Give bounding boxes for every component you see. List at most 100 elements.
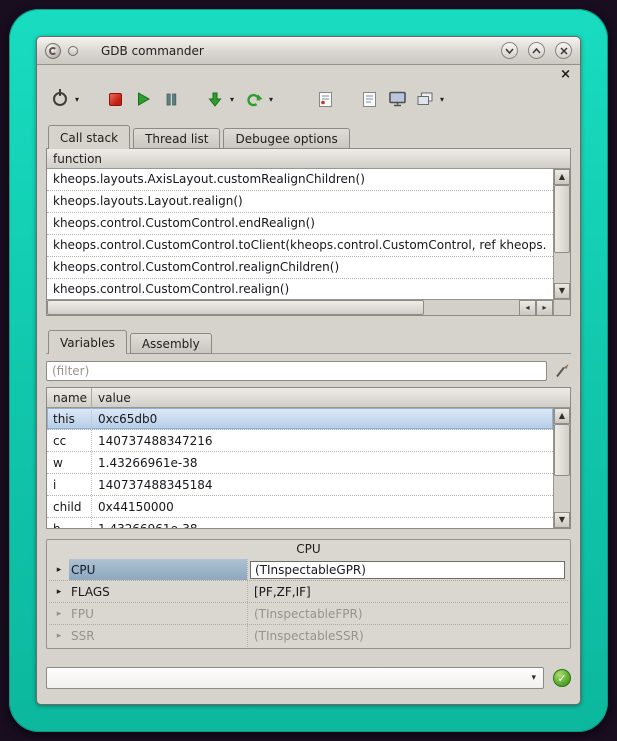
variables-list: this 0xc65db0 cc 140737488347216 w 1.432… xyxy=(47,408,570,528)
scrollbar-track[interactable] xyxy=(554,253,570,283)
tab-variables[interactable]: Variables xyxy=(48,330,127,354)
check-icon: ✓ xyxy=(557,672,566,685)
quit-debugger-button[interactable] xyxy=(49,88,71,110)
callstack-vertical-scrollbar[interactable]: ▲ ▼ xyxy=(553,169,570,299)
stack-frame-row[interactable]: kheops.layouts.Layout.realign() xyxy=(47,191,553,213)
pin-button[interactable] xyxy=(68,46,78,56)
scrollbar-thumb[interactable] xyxy=(47,300,424,315)
scroll-left-button[interactable]: ◂ xyxy=(519,300,536,316)
scrollbar-thumb[interactable] xyxy=(554,424,570,476)
expand-arrow-icon[interactable]: ▸ xyxy=(49,559,69,580)
expression-input[interactable] xyxy=(52,671,529,685)
callstack-horizontal-scrollbar[interactable]: ◂ ▸ xyxy=(47,299,570,315)
watch-list-button[interactable] xyxy=(358,88,380,110)
scrollbar-thumb[interactable] xyxy=(554,185,570,253)
variable-row[interactable]: i 140737488345184 xyxy=(47,474,553,496)
tab-call-stack[interactable]: Call stack xyxy=(48,125,130,149)
expression-combobox[interactable]: ▾ xyxy=(46,667,544,689)
stack-frame-row[interactable]: kheops.layouts.AxisLayout.customRealignC… xyxy=(47,169,553,191)
register-group-row[interactable]: ▸ FLAGS [PF,ZF,IF] xyxy=(49,581,568,603)
combobox-dropdown-icon[interactable]: ▾ xyxy=(529,673,538,683)
expression-row: ▾ ✓ xyxy=(46,667,571,689)
filter-brush-icon[interactable] xyxy=(553,362,571,380)
run-to-cursor-button[interactable] xyxy=(243,88,265,110)
variable-name: i xyxy=(47,474,92,495)
evaluate-button[interactable]: ✓ xyxy=(553,669,571,687)
watch-document-icon xyxy=(362,91,377,108)
stop-icon xyxy=(109,93,122,106)
expand-arrow-icon[interactable]: ▸ xyxy=(49,581,69,602)
variable-row[interactable]: this 0xc65db0 xyxy=(47,408,553,430)
scroll-down-button[interactable]: ▼ xyxy=(554,283,570,299)
register-value-editor[interactable]: (TInspectableGPR) xyxy=(250,561,565,579)
variable-name: cc xyxy=(47,430,92,451)
tab-assembly[interactable]: Assembly xyxy=(130,333,212,354)
titlebar[interactable]: GDB commander xyxy=(37,37,580,65)
app-menu-icon[interactable] xyxy=(45,43,61,59)
scrollbar-track[interactable] xyxy=(424,300,519,315)
stack-frame-row[interactable]: kheops.control.CustomControl.toClient(kh… xyxy=(47,235,553,257)
curved-arrow-icon xyxy=(246,91,263,107)
variable-value: 0xc65db0 xyxy=(92,408,553,429)
register-group-row[interactable]: ▸ SSR (TInspectableSSR) xyxy=(49,625,568,647)
stack-frame-row[interactable]: kheops.control.CustomControl.endRealign(… xyxy=(47,213,553,235)
scrollbar-track[interactable] xyxy=(554,476,570,512)
pause-button[interactable] xyxy=(160,88,182,110)
column-name[interactable]: name xyxy=(47,388,92,407)
close-button[interactable] xyxy=(555,42,572,59)
callstack-list: kheops.layouts.AxisLayout.customRealignC… xyxy=(47,169,570,299)
scroll-right-button[interactable]: ▸ xyxy=(536,300,553,316)
run-button[interactable] xyxy=(132,88,154,110)
expand-arrow-icon[interactable]: ▸ xyxy=(49,603,69,624)
tab-thread-list[interactable]: Thread list xyxy=(133,128,220,149)
titlebar-buttons xyxy=(501,42,572,59)
filter-input[interactable] xyxy=(46,361,547,381)
debug-screen-button[interactable] xyxy=(386,88,408,110)
register-group-name[interactable]: CPU xyxy=(69,559,247,580)
expand-arrow-icon[interactable]: ▸ xyxy=(49,625,69,647)
variable-row[interactable]: b 1.43266961e-38 xyxy=(47,518,553,528)
stack-frame-row[interactable]: kheops.control.CustomControl.realign() xyxy=(47,279,553,299)
register-group-name[interactable]: FLAGS xyxy=(69,581,247,602)
debug-views-button[interactable] xyxy=(414,88,436,110)
tab-debugee-options[interactable]: Debugee options xyxy=(223,128,349,149)
register-group-name[interactable]: FPU xyxy=(69,603,247,624)
brush-icon xyxy=(554,363,570,379)
variable-row[interactable]: cc 140737488347216 xyxy=(47,430,553,452)
step-into-button[interactable] xyxy=(204,88,226,110)
register-group-row[interactable]: ▸ FPU (TInspectableFPR) xyxy=(49,603,568,625)
variables-panel: name value this 0xc65db0 cc 140737488347… xyxy=(46,387,571,529)
callstack-tabbar: Call stack Thread list Debugee options xyxy=(46,125,571,149)
minimize-button[interactable] xyxy=(501,42,518,59)
scroll-up-button[interactable]: ▲ xyxy=(554,169,570,185)
column-function[interactable]: function xyxy=(47,149,102,168)
register-group-row[interactable]: ▸ CPU (TInspectableGPR) xyxy=(49,559,568,581)
stop-button[interactable] xyxy=(104,88,126,110)
views-options-chevron[interactable]: ▾ xyxy=(437,95,447,104)
variables-header[interactable]: name value xyxy=(47,388,570,408)
scroll-down-button[interactable]: ▼ xyxy=(554,512,570,528)
run-to-options-chevron[interactable]: ▾ xyxy=(266,95,276,104)
callstack-panel: function kheops.layouts.AxisLayout.custo… xyxy=(46,148,571,316)
register-group-value: (TInspectableGPR) xyxy=(247,559,568,580)
variables-vertical-scrollbar[interactable]: ▲ ▼ xyxy=(553,408,570,528)
monitor-icon xyxy=(389,91,406,107)
dock-close-button[interactable]: × xyxy=(560,68,571,81)
quit-options-chevron[interactable]: ▾ xyxy=(72,95,82,104)
cpu-groupbox: CPU ▸ CPU (TInspectableGPR) ▸ FLAGS [PF,… xyxy=(46,539,571,649)
filter-row xyxy=(46,361,571,381)
pause-icon xyxy=(166,93,177,106)
variable-value: 140737488345184 xyxy=(92,474,553,495)
column-value[interactable]: value xyxy=(92,388,570,407)
callstack-header[interactable]: function xyxy=(47,149,570,169)
stack-frame-row[interactable]: kheops.control.CustomControl.realignChil… xyxy=(47,257,553,279)
scroll-up-button[interactable]: ▲ xyxy=(554,408,570,424)
variables-tabbar: Variables Assembly xyxy=(46,330,571,354)
window-title: GDB commander xyxy=(101,44,204,58)
step-options-chevron[interactable]: ▾ xyxy=(227,95,237,104)
breakpoint-list-button[interactable] xyxy=(314,88,336,110)
variable-row[interactable]: child 0x44150000 xyxy=(47,496,553,518)
maximize-button[interactable] xyxy=(528,42,545,59)
register-group-name[interactable]: SSR xyxy=(69,625,247,647)
variable-row[interactable]: w 1.43266961e-38 xyxy=(47,452,553,474)
